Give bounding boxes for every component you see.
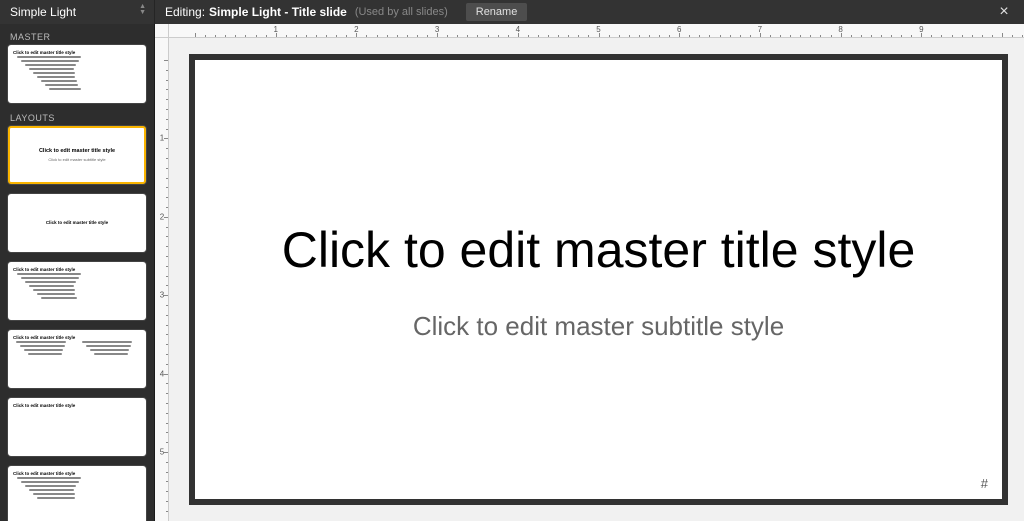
layout-thumb-two-col[interactable]: Click to edit master title style — [8, 330, 146, 388]
page-number-placeholder[interactable]: # — [981, 476, 988, 491]
ruler-vertical[interactable]: 1 2 3 4 5 — [155, 38, 169, 521]
ruler-horizontal[interactable]: 1 2 3 4 5 6 7 8 9 — [169, 24, 1024, 38]
thumb-body-lines — [10, 273, 144, 299]
ruler-h-label: 9 — [919, 25, 923, 34]
thumb-title: Click to edit master title style — [10, 400, 144, 409]
ruler-h-label: 4 — [516, 25, 520, 34]
side-panel[interactable]: MASTER Click to edit master title style … — [0, 24, 155, 521]
thumb-title: Click to edit master title style — [40, 221, 114, 226]
theme-name: Simple Light — [10, 5, 76, 19]
editing-info: Editing: Simple Light - Title slide (Use… — [155, 3, 984, 21]
master-subtitle-placeholder[interactable]: Click to edit master subtitle style — [413, 311, 784, 342]
ruler-h-label: 2 — [354, 25, 358, 34]
thumb-title: Click to edit master title style — [10, 468, 144, 477]
editing-prefix: Editing: — [165, 5, 205, 19]
layout-thumb-one-col[interactable]: Click to edit master title style — [8, 466, 146, 521]
ruler-corner — [155, 24, 169, 38]
theme-dropdown[interactable]: Simple Light ▲▼ — [0, 0, 155, 24]
rename-button[interactable]: Rename — [466, 3, 528, 21]
ruler-v-label: 4 — [155, 369, 169, 378]
master-label: MASTER — [10, 32, 146, 42]
topbar: Simple Light ▲▼ Editing: Simple Light - … — [0, 0, 1024, 24]
slide[interactable]: Click to edit master title style Click t… — [195, 60, 1002, 499]
layouts-label: LAYOUTS — [10, 113, 146, 123]
thumb-subtitle: Click to edit master subtitle style — [48, 157, 105, 162]
ruler-h-label: 5 — [596, 25, 600, 34]
main: MASTER Click to edit master title style … — [0, 24, 1024, 521]
slide-frame: Click to edit master title style Click t… — [189, 54, 1008, 505]
ruler-v-label: 5 — [155, 447, 169, 456]
thumb-title: Click to edit master title style — [10, 264, 144, 273]
ruler-h-label: 8 — [838, 25, 842, 34]
thumb-title: Click to edit master title style — [10, 332, 144, 341]
ruler-h-label: 1 — [273, 25, 277, 34]
master-thumb[interactable]: Click to edit master title style — [8, 45, 146, 103]
close-button[interactable]: × — [984, 3, 1024, 21]
master-title-placeholder[interactable]: Click to edit master title style — [242, 218, 956, 283]
thumb-title: Click to edit master title style — [33, 148, 121, 154]
layout-thumb-title-only[interactable]: Click to edit master title style — [8, 398, 146, 456]
layout-thumb-section-header[interactable]: Click to edit master title style — [8, 194, 146, 252]
thumb-body-lines — [10, 56, 144, 90]
ruler-h-label: 6 — [677, 25, 681, 34]
layout-thumb-title-slide[interactable]: Click to edit master title style Click t… — [8, 126, 146, 184]
editing-layout-name: Simple Light - Title slide — [209, 5, 347, 19]
thumb-body-cols — [10, 341, 144, 357]
thumb-body-lines — [10, 477, 144, 499]
ruler-h-label: 3 — [435, 25, 439, 34]
editing-usage: (Used by all slides) — [355, 6, 448, 18]
canvas-area: 1 2 3 4 5 6 7 8 9 1 2 3 4 5 Click to edit master tit… — [155, 24, 1024, 521]
ruler-v-label: 3 — [155, 291, 169, 300]
ruler-v-label: 2 — [155, 212, 169, 221]
chevrons-icon: ▲▼ — [139, 4, 146, 16]
thumb-title: Click to edit master title style — [10, 47, 144, 56]
ruler-v-label: 1 — [155, 134, 169, 143]
layout-thumb-title-body[interactable]: Click to edit master title style — [8, 262, 146, 320]
ruler-h-label: 7 — [758, 25, 762, 34]
